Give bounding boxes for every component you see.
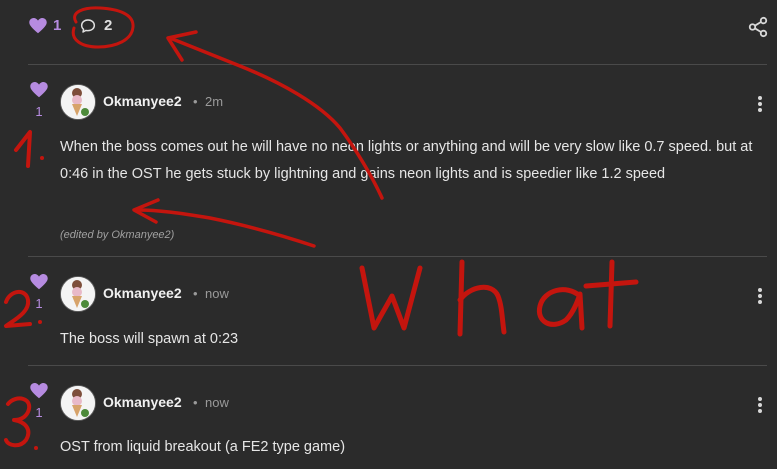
separator-dot: • [193,94,198,109]
avatar[interactable] [60,84,96,120]
share-icon[interactable] [747,16,769,38]
what-annotation [583,279,639,289]
comment-edited-note: (edited by Okmanyee2) [60,229,175,241]
comment-username[interactable]: Okmanyee2 [103,93,182,109]
more-options-icon[interactable] [757,287,763,305]
divider [28,64,767,65]
post-comment-button[interactable]: 2 [80,17,112,34]
divider [28,365,767,366]
comment-username[interactable]: Okmanyee2 [103,394,182,410]
comment-username[interactable]: Okmanyee2 [103,285,182,301]
comment-timestamp: now [205,286,229,301]
avatar[interactable] [60,385,96,421]
avatar-image [61,85,95,119]
post-action-bar: 1 2 [0,0,777,64]
what-annotation [359,265,423,331]
what-annotation [607,259,615,329]
separator-dot: • [193,395,198,410]
comment-like-count: 1 [35,296,43,311]
comment-like-button[interactable]: 1 [26,274,52,311]
what-annotation [536,287,585,331]
avatar[interactable] [60,276,96,312]
number-annotation [14,130,32,168]
comment-text: The boss will spawn at 0:23 [60,331,239,347]
divider [28,256,767,257]
avatar-image [61,277,95,311]
arrow-annotation [132,198,160,224]
separator-dot: • [193,286,198,301]
comment-icon [80,18,96,33]
comment-timestamp: 2m [205,94,224,109]
post-comment-count: 2 [104,17,113,34]
comment-like-button[interactable]: 1 [26,82,52,119]
heart-icon [30,274,48,290]
comment-like-button[interactable]: 1 [26,383,52,420]
comment-like-count: 1 [35,405,43,420]
heart-icon [30,82,48,98]
comment-timestamp: now [205,395,229,410]
heart-icon [30,383,48,399]
heart-icon [29,17,47,33]
comment-text: When the boss comes out he will have no … [60,139,753,182]
comment-like-count: 1 [35,104,43,119]
post-like-button[interactable]: 1 [29,17,61,34]
avatar-image [61,386,95,420]
what-annotation [457,259,465,337]
post-like-count: 1 [53,17,62,34]
more-options-icon[interactable] [757,95,763,113]
comment-text: OST from liquid breakout (a FE2 type gam… [60,439,346,455]
more-options-icon[interactable] [757,396,763,414]
